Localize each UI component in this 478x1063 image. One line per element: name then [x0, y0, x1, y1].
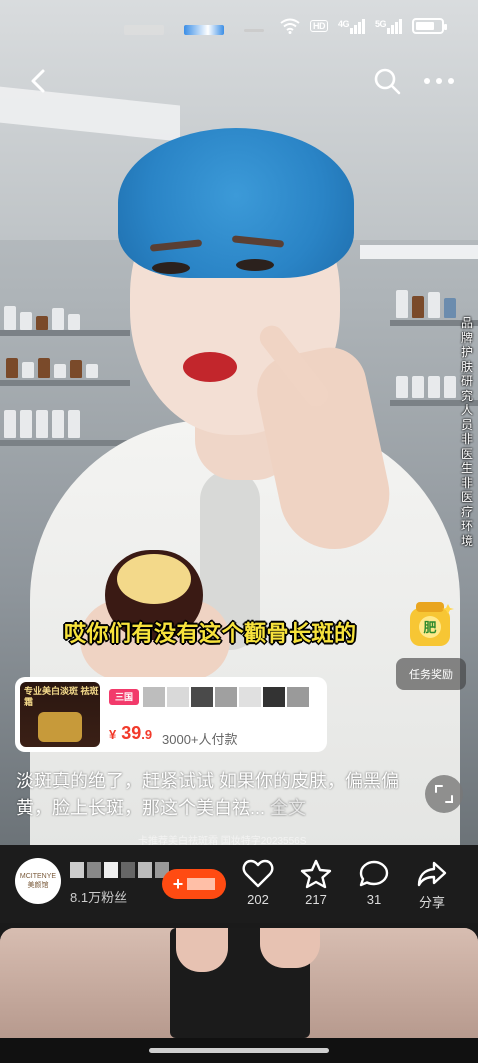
- hd-icon: HD: [309, 20, 328, 32]
- author-name-mosaic[interactable]: [70, 862, 169, 878]
- hair-cap: [118, 128, 354, 278]
- status-icons: HD 4G 5G: [280, 18, 447, 34]
- comment-count: 31: [366, 892, 382, 907]
- home-indicator[interactable]: [149, 1048, 329, 1053]
- description-text: 淡斑真的绝了，赶紧试试 如果你的皮肤，偏黑偏黄，脸上长斑，那这个美白祛...: [16, 771, 399, 818]
- ceiling-light: [360, 245, 478, 259]
- 4g-signal-icon: 4G: [338, 18, 365, 34]
- status-notification-blurred: [184, 25, 224, 35]
- comment-icon: [359, 860, 389, 887]
- lab-bottles: [396, 290, 456, 318]
- lab-shelf: [0, 330, 130, 336]
- cream-jar-lid: [117, 554, 191, 604]
- product-title-mosaic: [143, 687, 317, 707]
- lab-shelf: [0, 380, 130, 386]
- expand-full-text-link[interactable]: 全文: [270, 798, 306, 818]
- like-action[interactable]: 202: [236, 859, 280, 907]
- video-subtitle: 哎你们有没有这个颧骨长斑的: [64, 621, 357, 646]
- share-action[interactable]: 分享: [410, 859, 454, 911]
- task-reward-label: 任务奖励: [396, 658, 466, 690]
- avatar-text-top: MCITENYE: [19, 873, 57, 880]
- status-notification-blurred: [244, 29, 264, 32]
- next-video-preview[interactable]: [0, 928, 478, 1038]
- product-price: ¥ 39.9: [109, 723, 153, 743]
- reward-icon-text: 肥: [423, 620, 436, 636]
- 5g-signal-icon: 5G: [375, 18, 402, 34]
- share-arrow-icon: [417, 861, 447, 887]
- fullscreen-icon[interactable]: [425, 775, 463, 813]
- status-time-blurred: [124, 25, 164, 35]
- lab-bottles: [6, 358, 98, 378]
- product-store-tag: 三国: [109, 689, 139, 705]
- next-video-arm: [260, 928, 320, 968]
- lab-bottles: [396, 376, 456, 398]
- next-video-arm: [176, 928, 228, 972]
- chevron-left-icon[interactable]: [24, 66, 54, 96]
- product-thumbnail: 专业美白淡斑 祛斑霜: [20, 682, 100, 747]
- follow-button[interactable]: +: [162, 869, 226, 899]
- fertilizer-bag-icon: 肥: [410, 602, 454, 646]
- lab-bottles: [4, 410, 80, 438]
- comment-action[interactable]: 31: [352, 859, 396, 907]
- product-thumbnail-text: 专业美白淡斑 祛斑霜: [24, 686, 99, 707]
- search-icon[interactable]: [372, 66, 402, 96]
- author-followers: 8.1万粉丝: [70, 890, 128, 905]
- like-count: 202: [247, 892, 269, 907]
- follow-label-mosaic: [187, 878, 216, 890]
- product-card[interactable]: 专业美白淡斑 祛斑霜 三国 ¥ 39.9 3000+人付款: [15, 677, 327, 752]
- status-bar: HD 4G 5G: [0, 0, 478, 44]
- lab-bottles: [4, 306, 80, 330]
- favorite-count: 217: [305, 892, 327, 907]
- star-icon: [300, 859, 332, 889]
- battery-icon: [412, 18, 447, 34]
- more-dots-icon[interactable]: [424, 68, 458, 94]
- avatar-text-bottom: 美颜馆: [27, 882, 49, 889]
- favorite-action[interactable]: 217: [294, 859, 338, 907]
- follow-plus-icon: +: [172, 873, 184, 894]
- wifi-icon: [280, 18, 300, 34]
- product-paid-count: 3000+人付款: [162, 732, 238, 747]
- eye: [236, 259, 274, 271]
- heart-icon: [242, 859, 274, 888]
- product-thumbnail-jar: [38, 712, 82, 742]
- share-label: 分享: [418, 895, 445, 910]
- disclaimer-vertical-text: 品牌护肤研究人员非医生非医疗环境: [460, 316, 473, 548]
- eye: [152, 262, 190, 274]
- video-description[interactable]: 淡斑真的绝了，赶紧试试 如果你的皮肤，偏黑偏黄，脸上长斑，那这个美白祛... 全…: [16, 768, 416, 822]
- lips: [183, 352, 237, 382]
- author-avatar[interactable]: MCITENYE 美颜馆: [15, 858, 61, 904]
- task-reward-widget[interactable]: 肥 任务奖励: [396, 600, 466, 692]
- action-bar: MCITENYE 美颜馆 8.1万粉丝 + 202 217 31 分享: [0, 845, 478, 923]
